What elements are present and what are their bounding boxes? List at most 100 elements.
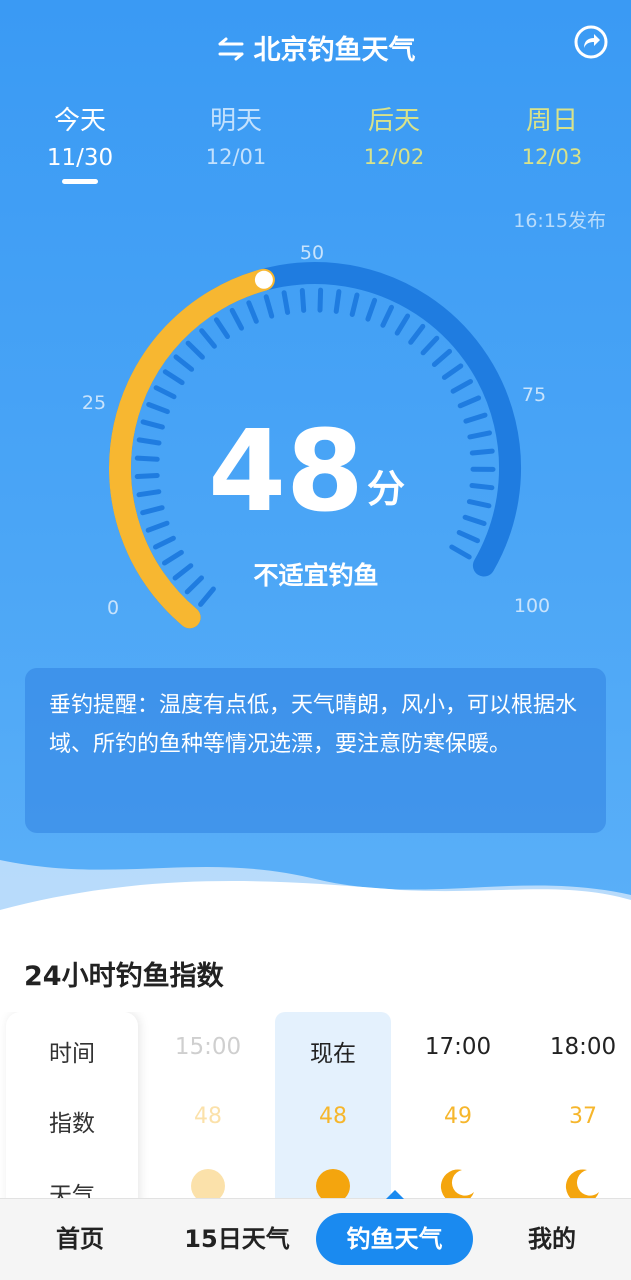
tab-day-after[interactable]: 后天 12/02	[334, 100, 454, 169]
gauge-tick	[162, 369, 185, 386]
gauge-tick	[456, 530, 480, 544]
hour-time: 15:00	[174, 1034, 242, 1060]
fishing-index-gauge: 0 25 50 75 100 48 分 不适宜钓鱼	[82, 242, 550, 629]
gauge-tick	[153, 535, 176, 550]
gauge-tick	[198, 586, 216, 607]
tab-sunday[interactable]: 周日 12/03	[492, 100, 612, 169]
share-icon[interactable]	[573, 24, 609, 60]
gauge-tick	[450, 379, 473, 394]
tab-day-name: 周日	[525, 106, 578, 136]
gauge-tick	[185, 340, 205, 360]
row-label-time: 时间	[49, 1041, 95, 1067]
nav-fishing-weather[interactable]: 钓鱼天气	[316, 1213, 473, 1265]
gauge-tick-label-0: 0	[107, 597, 119, 619]
publish-time: 16:15发布	[513, 210, 606, 232]
gauge-tick	[466, 499, 492, 509]
hour-time: 18:00	[549, 1034, 617, 1060]
gauge-tick	[420, 335, 440, 356]
gauge-tick	[263, 294, 275, 319]
gauge-tick	[213, 317, 230, 339]
gauge-tick	[281, 290, 291, 315]
gauge-tick	[172, 563, 194, 581]
gauge-tick	[146, 402, 170, 415]
wave-divider	[0, 860, 631, 940]
gauge-tick	[162, 549, 184, 566]
tab-day-name: 今天	[53, 106, 106, 136]
hour-index: 48	[194, 1104, 222, 1129]
gauge-tick	[457, 395, 482, 409]
gauge-tick	[134, 455, 160, 462]
gauge-tick	[145, 520, 170, 533]
gauge-unit: 分	[367, 467, 405, 511]
tab-day-name: 明天	[209, 106, 262, 136]
gauge-tick	[140, 419, 165, 430]
gauge-tick	[380, 304, 394, 328]
gauge-tick	[199, 328, 217, 349]
hour-index: 48	[319, 1104, 347, 1129]
gauge-tick-label-100: 100	[514, 595, 550, 617]
hour-column[interactable]: 18:00 37	[525, 1012, 631, 1198]
tab-day-name: 后天	[367, 106, 420, 136]
tab-day-date: 11/30	[46, 145, 114, 171]
sun-icon	[191, 1169, 225, 1198]
hour-index: 49	[444, 1104, 472, 1129]
row-label-index: 指数	[49, 1111, 95, 1137]
tab-day-date: 12/02	[363, 145, 425, 169]
gauge-tick	[463, 412, 488, 424]
gauge-score: 48	[208, 407, 364, 537]
gauge-tick	[449, 544, 472, 560]
gauge-tick	[462, 514, 487, 526]
hour-column-current[interactable]: 现在 48	[275, 1012, 391, 1198]
gauge-tick	[469, 483, 495, 491]
nav-home[interactable]: 首页	[22, 1213, 138, 1265]
tab-tomorrow[interactable]: 明天 12/01	[176, 100, 296, 169]
gauge-value-knob	[254, 270, 273, 289]
gauge-tick	[299, 288, 307, 313]
gauge-tick	[246, 300, 259, 324]
tab-today[interactable]: 今天 11/30	[20, 100, 140, 184]
gauge-tick	[136, 489, 162, 498]
gauge-tick	[134, 473, 160, 479]
hour-time: 现在	[310, 1041, 356, 1067]
moon-icon	[565, 1169, 599, 1198]
hour-time: 17:00	[424, 1034, 492, 1060]
gauge-tick-label-25: 25	[82, 392, 106, 414]
gauge-tick	[333, 289, 342, 314]
day-tabs: 今天 11/30 明天 12/01 后天 12/02 周日 12/03	[0, 100, 631, 190]
gauge-tick	[173, 354, 195, 372]
tab-active-indicator	[62, 179, 98, 184]
gauge-tick	[365, 297, 378, 322]
sun-icon	[316, 1169, 350, 1198]
gauge-tick	[394, 313, 411, 336]
bottom-nav: 首页 15日天气 钓鱼天气 我的	[0, 1190, 631, 1280]
swap-arrows-icon	[218, 37, 243, 61]
gauge-tick	[229, 307, 244, 331]
gauge-tick	[441, 363, 464, 380]
gauge-tick	[349, 292, 360, 317]
row-label-weather: 天气	[49, 1183, 95, 1198]
tab-day-date: 12/03	[521, 145, 583, 169]
nav-15day-weather[interactable]: 15日天气	[170, 1213, 304, 1265]
nav-active-pointer	[386, 1190, 404, 1199]
nav-mine[interactable]: 我的	[494, 1213, 610, 1265]
gauge-tick	[184, 575, 204, 595]
gauge-status: 不适宜钓鱼	[253, 561, 378, 590]
hourly-index-table[interactable]: 15:00 48 现在 48 17:00 49 18:00 37 时间 指数 天…	[0, 1012, 631, 1198]
gauge-tick	[431, 348, 452, 367]
city-switch[interactable]: 北京钓鱼天气	[0, 28, 631, 67]
gauge-tick	[408, 323, 426, 345]
hour-index: 37	[569, 1104, 597, 1129]
hourly-section-title: 24小时钓鱼指数	[24, 961, 224, 992]
gauge-tick	[469, 448, 495, 456]
gauge-tick-label-50: 50	[300, 242, 324, 264]
gauge-tick	[136, 437, 162, 446]
hour-column[interactable]: 15:00 48	[150, 1012, 266, 1198]
tab-day-date: 12/01	[205, 145, 267, 169]
gauge-tick-label-75: 75	[522, 384, 546, 406]
header: 北京钓鱼天气	[0, 22, 631, 66]
gauge-tick	[140, 505, 165, 516]
hero-section: 北京钓鱼天气 今天 11/30 明天 12/01 后天 12/02 周日 12/…	[0, 0, 631, 940]
gauge-tick	[153, 385, 177, 400]
hour-column[interactable]: 17:00 49	[400, 1012, 516, 1198]
row-label-card: 时间 指数 天气	[6, 1012, 138, 1198]
